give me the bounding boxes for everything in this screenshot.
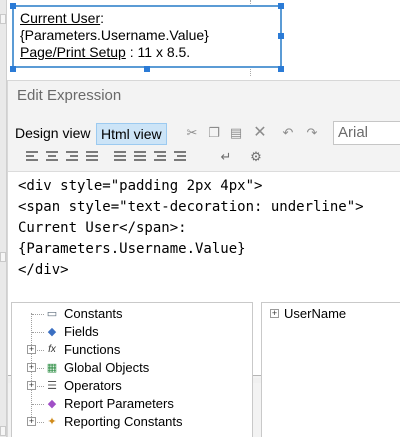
resize-handle-bottom-left[interactable] xyxy=(10,66,16,72)
page-setup-label: Page/Print Setup xyxy=(20,44,126,60)
tree-item-label: Functions xyxy=(64,342,121,357)
insert-field-icon[interactable]: ⚙ xyxy=(248,149,264,165)
ruler-mark xyxy=(0,426,6,436)
format-toolbar: ↵ ⚙ xyxy=(8,149,400,169)
constants-icon: ▭ xyxy=(46,308,58,320)
redo-icon[interactable]: ↷ xyxy=(304,125,320,141)
tree-item-label: Fields xyxy=(64,324,99,339)
parameter-label: UserName xyxy=(284,306,347,321)
item-tree: + UserName xyxy=(261,302,400,437)
tab-design-view[interactable]: Design view xyxy=(11,123,94,145)
tab-html-view[interactable]: Html view xyxy=(96,123,167,145)
line-break-icon[interactable]: ↵ xyxy=(218,149,234,165)
report-parameters-icon: ◆ xyxy=(47,398,57,410)
delete-icon[interactable]: ✕ xyxy=(252,125,268,141)
align-center-icon[interactable] xyxy=(46,151,60,165)
dialog-title: Edit Expression xyxy=(17,87,122,104)
resize-handle-bottom[interactable] xyxy=(144,66,150,72)
tree-item-fields[interactable]: ◆ Fields xyxy=(12,323,252,341)
tree-item-reporting-constants[interactable]: + ✦ Reporting Constants xyxy=(12,413,252,431)
resize-handle-bottom-right[interactable] xyxy=(278,66,284,72)
tree-connector xyxy=(32,404,44,405)
bullet-list-icon[interactable] xyxy=(114,151,128,165)
tree-item-label: Global Objects xyxy=(64,360,150,375)
username-expression: {Parameters.Username.Value} xyxy=(20,27,209,43)
expand-icon[interactable]: + xyxy=(27,363,36,372)
indent-icon[interactable] xyxy=(174,151,188,165)
tree-item-report-parameters[interactable]: ◆ Report Parameters xyxy=(12,395,252,413)
resize-handle-right[interactable] xyxy=(278,33,284,39)
colon-text: : xyxy=(100,10,105,26)
editor-toolbar: Design view Html view ✂ ❐ ▤ ✕ ↶ ↷ Arial xyxy=(8,119,400,147)
tree-item-functions[interactable]: + fx Functions xyxy=(12,341,252,359)
resize-handle-top-right[interactable] xyxy=(278,3,284,9)
undo-icon[interactable]: ↶ xyxy=(280,125,296,141)
tree-item-label: Report Parameters xyxy=(64,396,174,411)
align-left-icon[interactable] xyxy=(26,151,40,165)
tree-connector xyxy=(32,332,44,333)
tree-connector xyxy=(32,314,44,315)
parameter-item-username[interactable]: + UserName xyxy=(262,305,400,323)
current-user-label: Current User xyxy=(20,10,101,26)
global-objects-icon: ▦ xyxy=(46,362,58,374)
edit-expression-dialog: Edit Expression Design view Html view ✂ … xyxy=(7,80,400,437)
font-family-select[interactable]: Arial xyxy=(333,121,400,145)
align-justify-icon[interactable] xyxy=(86,151,100,165)
outdent-icon[interactable] xyxy=(154,151,168,165)
tree-item-constants[interactable]: ▭ Constants xyxy=(12,305,252,323)
tree-item-label: Operators xyxy=(64,378,122,393)
copy-icon[interactable]: ❐ xyxy=(206,125,222,141)
tree-item-operators[interactable]: + ☰ Operators xyxy=(12,377,252,395)
ruler-mark xyxy=(0,252,6,262)
cut-icon[interactable]: ✂ xyxy=(184,125,200,141)
tree-item-label: Reporting Constants xyxy=(64,414,183,429)
tree-item-global-objects[interactable]: + ▦ Global Objects xyxy=(12,359,252,377)
paste-icon[interactable]: ▤ xyxy=(228,125,244,141)
tree-item-label: Constants xyxy=(64,306,123,321)
expand-icon[interactable]: + xyxy=(27,345,36,354)
ruler-mark xyxy=(0,14,6,24)
operators-icon: ☰ xyxy=(47,380,57,392)
expand-icon[interactable]: + xyxy=(27,417,36,426)
expand-icon[interactable]: + xyxy=(270,309,279,318)
category-tree: ▭ Constants ◆ Fields + fx Functions + ▦ Global Ob… xyxy=(11,302,253,437)
fields-icon: ◆ xyxy=(47,326,57,338)
reporting-constants-icon: ✦ xyxy=(47,416,57,428)
resize-handle-top-left[interactable] xyxy=(10,3,16,9)
functions-icon: fx xyxy=(48,344,56,355)
expand-icon[interactable]: + xyxy=(27,381,36,390)
align-right-icon[interactable] xyxy=(66,151,80,165)
page-size-text: : 11 x 8.5. xyxy=(125,44,191,60)
vertical-ruler xyxy=(0,0,7,437)
selected-textbox[interactable]: Current User: {Parameters.Username.Value… xyxy=(12,5,282,68)
numbered-list-icon[interactable] xyxy=(134,151,148,165)
